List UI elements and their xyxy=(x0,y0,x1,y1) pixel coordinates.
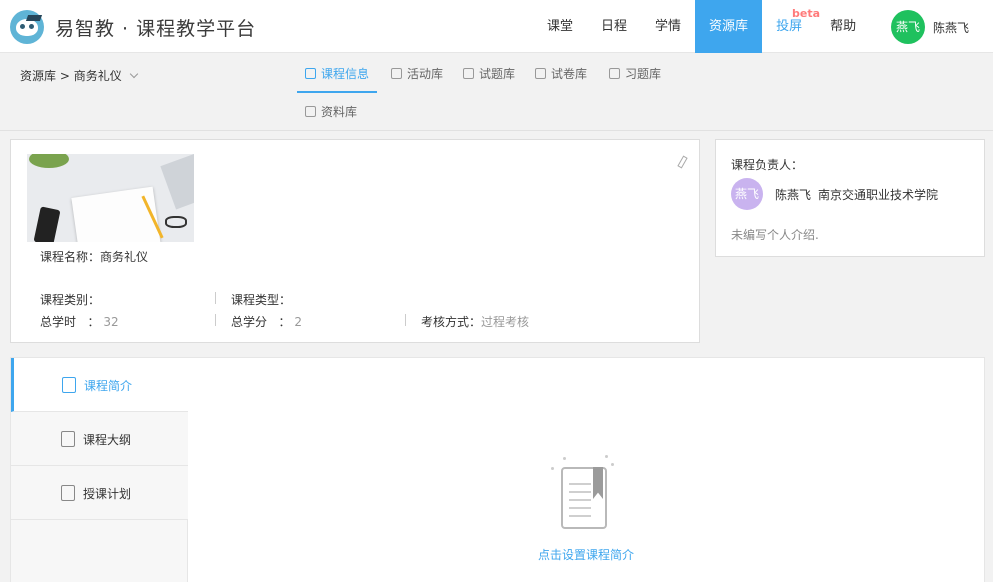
tab-activity-library[interactable]: 活动库 xyxy=(391,55,443,93)
course-owner-card: 课程负责人： 燕飞 陈燕飞 南京交通职业技术学院 未编写个人介绍. xyxy=(715,139,985,257)
user-name[interactable]: 陈燕飞 xyxy=(933,19,969,36)
beta-badge: beta xyxy=(792,7,821,20)
owner-avatar: 燕飞 xyxy=(731,178,763,210)
breadcrumb: 资源库 > 商务礼仪 xyxy=(20,67,138,84)
course-info-card: 课程名称：商务礼仪 课程类别： 课程类型： 总学时 ： 32 总学分 ： 2 考… xyxy=(10,139,700,343)
total-hours-value: 32 xyxy=(103,315,119,329)
breadcrumb-course[interactable]: 商务礼仪 xyxy=(74,69,122,83)
owner-title: 课程负责人： xyxy=(731,158,804,172)
total-credits-value: 2 xyxy=(294,315,302,329)
tab-materials-library[interactable]: 资料库 xyxy=(305,93,357,131)
chevron-down-icon[interactable] xyxy=(129,69,138,79)
nav-item-resource-library[interactable]: 资源库 xyxy=(695,0,763,53)
owner-school: 南京交通职业技术学院 xyxy=(818,188,939,202)
tab-course-info[interactable]: 课程信息 xyxy=(297,55,378,93)
nav-item-schedule[interactable]: 日程 xyxy=(587,0,641,53)
total-hours-row: 总学时 ： 32 xyxy=(40,315,119,329)
course-name-row: 课程名称：商务礼仪 xyxy=(40,250,149,264)
edit-pencil-icon[interactable] xyxy=(677,155,688,169)
nav-item-learning-status[interactable]: 学情 xyxy=(641,0,695,53)
exam-paper-icon xyxy=(535,68,546,79)
exercise-icon xyxy=(609,68,620,79)
course-category-row: 课程类别： xyxy=(40,293,101,307)
question-bank-icon xyxy=(463,68,474,79)
side-item-teaching-plan[interactable]: 授课计划 xyxy=(11,466,188,520)
course-type-row: 课程类型： xyxy=(231,293,292,307)
sub-navbar: 资源库 > 商务礼仪 课程信息 活动库 试题库 试卷库 习题库 资料库 xyxy=(0,53,993,131)
course-info-icon xyxy=(305,68,316,79)
outline-icon xyxy=(61,431,75,447)
breadcrumb-root[interactable]: 资源库 xyxy=(20,69,56,83)
top-navbar: 易智教 · 课程教学平台 课堂 日程 学情 资源库 投屏 帮助 beta 燕飞 … xyxy=(0,0,993,53)
assessment-row: 考核方式：过程考核 xyxy=(421,315,530,329)
side-item-course-intro[interactable]: 课程简介 xyxy=(11,358,188,412)
course-cover-image[interactable] xyxy=(27,154,194,242)
user-avatar[interactable]: 燕飞 xyxy=(891,10,925,44)
empty-document-icon[interactable] xyxy=(551,455,614,529)
tab-exercise-library[interactable]: 习题库 xyxy=(609,55,661,93)
brand-title: 易智教 · 课程教学平台 xyxy=(55,18,257,40)
owl-logo-icon[interactable] xyxy=(10,10,44,44)
side-item-course-outline[interactable]: 课程大纲 xyxy=(11,412,188,466)
owner-name: 陈燕飞 xyxy=(775,188,812,202)
course-name: 商务礼仪 xyxy=(100,250,149,264)
tab-question-bank[interactable]: 试题库 xyxy=(463,55,515,93)
intro-icon xyxy=(62,377,76,393)
course-detail-panel: 课程简介 课程大纲 授课计划 xyxy=(10,357,985,582)
breadcrumb-separator: > xyxy=(59,69,70,83)
materials-icon xyxy=(305,106,316,117)
set-course-intro-link[interactable]: 点击设置课程简介 xyxy=(538,546,634,563)
divider xyxy=(215,292,216,304)
activity-icon xyxy=(391,68,402,79)
nav-item-classroom[interactable]: 课堂 xyxy=(533,0,587,53)
assessment-value: 过程考核 xyxy=(481,315,530,329)
tab-exam-paper-library[interactable]: 试卷库 xyxy=(535,55,587,93)
owner-intro: 未编写个人介绍. xyxy=(731,228,819,242)
schedule-icon xyxy=(61,485,75,501)
nav-item-help[interactable]: 帮助 xyxy=(816,0,870,53)
course-side-menu: 课程简介 课程大纲 授课计划 xyxy=(11,358,188,582)
divider xyxy=(405,314,406,326)
total-credits-row: 总学分 ： 2 xyxy=(231,315,302,329)
divider xyxy=(215,314,216,326)
